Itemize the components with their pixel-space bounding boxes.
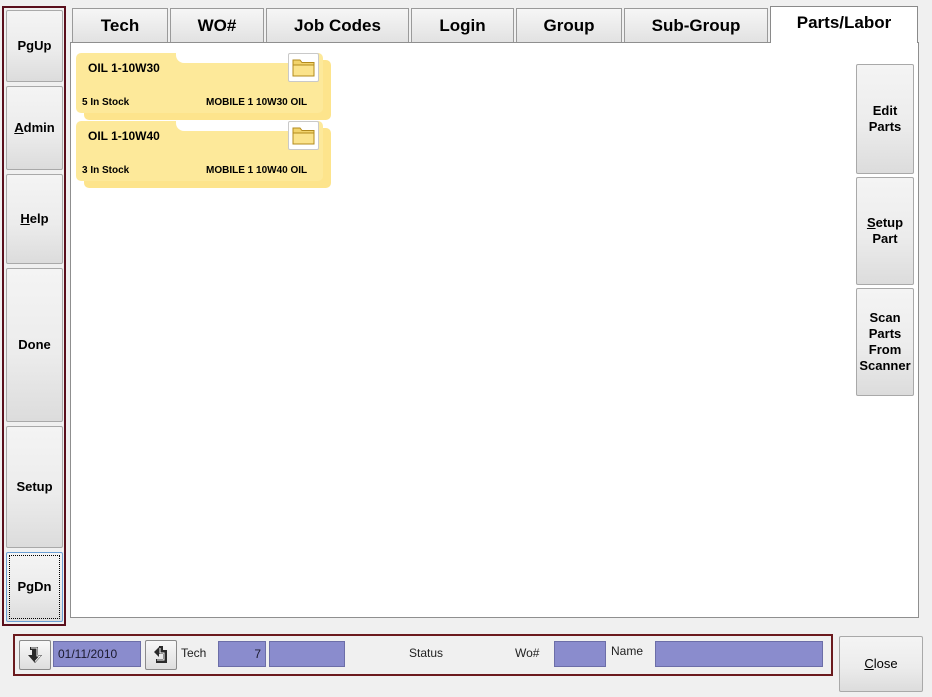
tab-wo[interactable]: WO# bbox=[170, 8, 264, 42]
folder-icon[interactable] bbox=[288, 121, 319, 150]
tab-sub-group[interactable]: Sub-Group bbox=[624, 8, 768, 42]
part-description: MOBILE 1 10W30 OIL bbox=[206, 97, 308, 108]
pgup-label: PgUp bbox=[17, 38, 52, 53]
tab-job-codes[interactable]: Job Codes bbox=[266, 8, 409, 42]
close-button[interactable]: Close bbox=[839, 636, 923, 692]
pgdn-label: PgDn bbox=[17, 579, 52, 594]
part-card[interactable]: OIL 1-10W40 3 In Stock MOBILE 1 10W40 OI… bbox=[76, 121, 331, 193]
help-button[interactable]: Help bbox=[6, 174, 63, 264]
close-label: Close bbox=[864, 656, 898, 671]
name-field[interactable] bbox=[655, 641, 823, 667]
tech-label: Tech bbox=[181, 646, 207, 660]
done-label: Done bbox=[18, 337, 51, 352]
part-card[interactable]: OIL 1-10W30 5 In Stock MOBILE 1 10W30 OI… bbox=[76, 53, 331, 125]
left-nav: PgUp Admin Help Done Setup PgDn bbox=[2, 6, 66, 626]
part-description: MOBILE 1 10W40 OIL bbox=[206, 165, 308, 176]
part-name: OIL 1-10W40 bbox=[88, 129, 160, 143]
pgup-button[interactable]: PgUp bbox=[6, 10, 63, 82]
wo-field[interactable] bbox=[554, 641, 606, 667]
folder-icon[interactable] bbox=[288, 53, 319, 82]
edit-parts-label: Edit Parts bbox=[868, 103, 902, 134]
setup-button[interactable]: Setup bbox=[6, 426, 63, 548]
scan-parts-button[interactable]: Scan Parts From Scanner bbox=[856, 288, 914, 396]
setup-part-button[interactable]: Setup Part bbox=[856, 177, 914, 285]
tab-tech[interactable]: Tech bbox=[72, 8, 168, 42]
tech-name-field[interactable] bbox=[269, 641, 345, 667]
scan-parts-label: Scan Parts From Scanner bbox=[859, 310, 911, 373]
arrow-refresh-icon[interactable] bbox=[145, 640, 177, 670]
wo-label: Wo# bbox=[515, 646, 540, 660]
arrow-back-icon[interactable] bbox=[19, 640, 51, 670]
tab-parts-labor[interactable]: Parts/Labor bbox=[770, 6, 918, 43]
part-stock: 5 In Stock bbox=[82, 97, 130, 108]
name-label: Name bbox=[611, 644, 644, 658]
part-name: OIL 1-10W30 bbox=[88, 61, 160, 75]
tech-number-field[interactable]: 7 bbox=[218, 641, 266, 667]
admin-button[interactable]: Admin bbox=[6, 86, 63, 170]
tab-group[interactable]: Group bbox=[516, 8, 622, 42]
setup-part-label: Setup Part bbox=[866, 215, 904, 246]
parts-panel: OIL 1-10W30 5 In Stock MOBILE 1 10W30 OI… bbox=[70, 42, 919, 618]
pgdn-button[interactable]: PgDn bbox=[6, 552, 63, 622]
status-bar: 01/11/2010 Tech 7 Status Wo# Name bbox=[13, 634, 833, 676]
card-notch bbox=[176, 121, 289, 131]
status-label: Status bbox=[409, 646, 444, 660]
card-notch bbox=[176, 53, 289, 63]
setup-label: Setup bbox=[16, 479, 53, 494]
help-label: Help bbox=[20, 211, 49, 226]
tab-login[interactable]: Login bbox=[411, 8, 514, 42]
edit-parts-button[interactable]: Edit Parts bbox=[856, 64, 914, 174]
admin-label: Admin bbox=[14, 120, 55, 135]
date-field[interactable]: 01/11/2010 bbox=[53, 641, 141, 667]
done-button[interactable]: Done bbox=[6, 268, 63, 422]
part-stock: 3 In Stock bbox=[82, 165, 130, 176]
